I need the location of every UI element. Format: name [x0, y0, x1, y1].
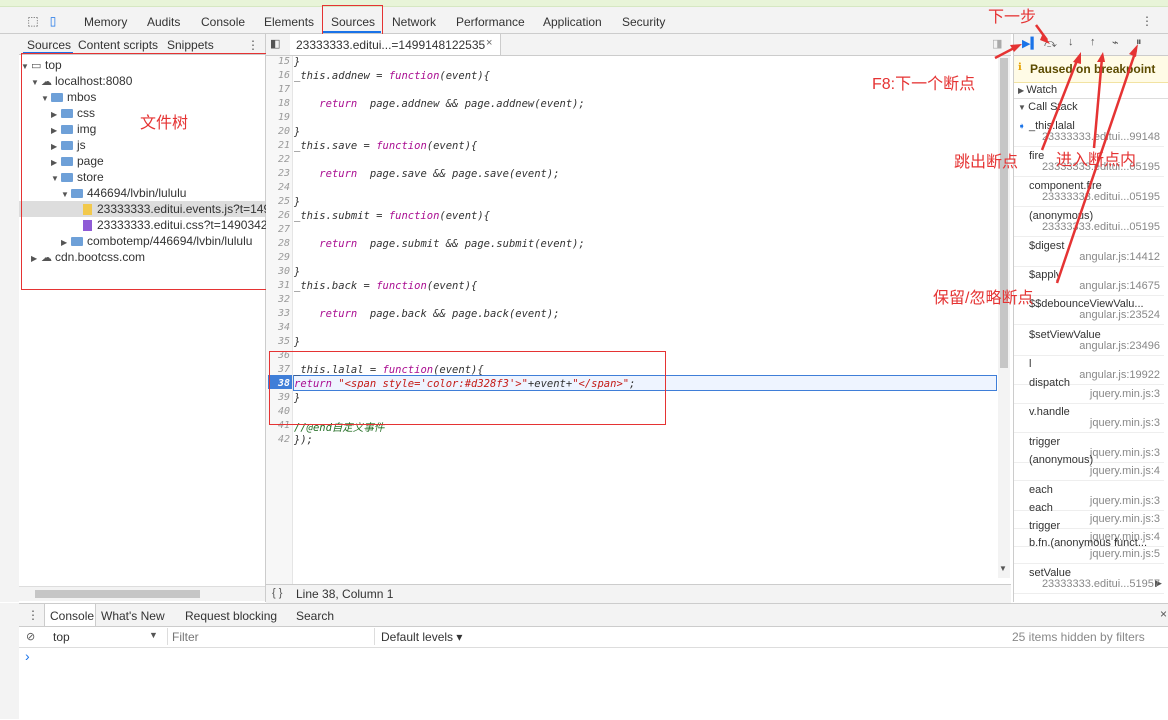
- arrow-step-out: [1040, 57, 1080, 151]
- arrowhead: [1073, 52, 1081, 64]
- arrowhead: [1097, 52, 1105, 62]
- arrow-step-into: [1092, 57, 1104, 149]
- arrowhead: [1040, 33, 1050, 44]
- arrowhead: [1129, 44, 1138, 57]
- arrow-toggle: [1055, 49, 1138, 284]
- annotation-arrows: [994, 24, 1138, 284]
- arrowhead: [1010, 44, 1022, 52]
